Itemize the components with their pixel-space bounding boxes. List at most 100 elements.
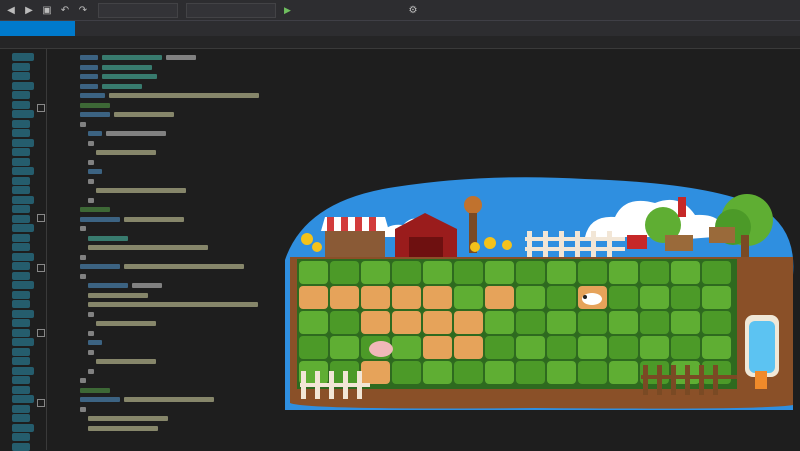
- line-number: [12, 366, 34, 375]
- line-number: [12, 252, 34, 261]
- code-token: [96, 359, 156, 364]
- windmill: [678, 197, 686, 217]
- fold-toggle[interactable]: [37, 399, 45, 407]
- code-token: [80, 216, 120, 222]
- code-token: [88, 416, 168, 421]
- tab-4[interactable]: [280, 21, 360, 36]
- fold-toggle[interactable]: [37, 329, 45, 337]
- soil-tile: [361, 286, 390, 309]
- code-token: [88, 235, 128, 241]
- ide-toolbar: ◀ ▶ ▣ ↶ ↷ ▶ ⚙: [0, 0, 800, 21]
- line-number: [12, 100, 30, 109]
- line-number-gutter: [0, 49, 72, 451]
- soil-tile: [485, 286, 514, 309]
- gutter-divider: [46, 49, 47, 450]
- line-number: [12, 214, 30, 223]
- code-token: [124, 397, 214, 402]
- grass-tile: [547, 261, 576, 284]
- tab-3[interactable]: [180, 21, 280, 36]
- line-number: [12, 224, 34, 232]
- soil-tile: [423, 286, 452, 309]
- back-icon[interactable]: ◀: [4, 3, 18, 17]
- code-token: [102, 55, 162, 60]
- line-number: [12, 195, 34, 204]
- line-number: [12, 91, 30, 99]
- code-token: [96, 150, 156, 155]
- line-number: [12, 328, 30, 337]
- line-number: [12, 404, 30, 413]
- grass-tile: [547, 286, 576, 309]
- code-token: [80, 112, 110, 117]
- grass-tile: [640, 311, 669, 334]
- code-token: [80, 55, 98, 60]
- soil-tile: [454, 336, 483, 359]
- grass-tile: [516, 361, 545, 384]
- grass-tile: [423, 261, 452, 284]
- grass-tile: [609, 361, 638, 384]
- fold-toggle[interactable]: [37, 214, 45, 222]
- grass-tile: [671, 261, 700, 284]
- line-number: [12, 72, 30, 80]
- grass-tile: [640, 336, 669, 359]
- tab-active[interactable]: [0, 21, 75, 36]
- code-token: [88, 159, 94, 165]
- farm-game-preview: [285, 177, 794, 410]
- line-number: [12, 395, 34, 403]
- code-token: [80, 74, 98, 79]
- grass-tile: [609, 261, 638, 284]
- grass-tile: [299, 336, 328, 359]
- grass-tile: [640, 286, 669, 309]
- line-number: [12, 233, 30, 242]
- grass-tile: [640, 261, 669, 284]
- code-token: [88, 131, 102, 136]
- fold-toggle[interactable]: [37, 104, 45, 112]
- platform-dropdown[interactable]: [186, 2, 276, 18]
- forward-icon[interactable]: ▶: [22, 3, 36, 17]
- grass-tile: [578, 361, 607, 384]
- settings-icon[interactable]: ⚙: [406, 3, 420, 17]
- grass-tile: [516, 311, 545, 334]
- line-number: [12, 433, 30, 441]
- code-token: [80, 387, 110, 393]
- redo-icon[interactable]: ↷: [76, 3, 90, 17]
- grass-tile: [485, 336, 514, 359]
- grass-tile: [299, 311, 328, 334]
- soil-tile: [330, 286, 359, 309]
- soil-tile: [392, 286, 421, 309]
- grass-tile: [392, 261, 421, 284]
- code-token: [80, 397, 120, 402]
- code-token: [80, 226, 86, 231]
- tab-2[interactable]: [75, 21, 180, 36]
- grass-tile: [485, 261, 514, 284]
- line-number: [12, 129, 30, 137]
- sign: [665, 235, 693, 251]
- sign: [709, 227, 735, 243]
- fox: [755, 371, 767, 389]
- code-token: [114, 112, 174, 117]
- code-token: [88, 311, 94, 317]
- start-button[interactable]: ▶: [284, 5, 294, 16]
- code-token: [88, 197, 94, 203]
- code-token: [88, 349, 94, 355]
- code-token: [106, 131, 166, 136]
- save-icon[interactable]: ▣: [40, 3, 54, 17]
- undo-icon[interactable]: ↶: [58, 3, 72, 17]
- code-token: [88, 302, 258, 307]
- line-number: [12, 376, 30, 384]
- solution-config-dropdown[interactable]: [98, 2, 178, 18]
- code-token: [88, 292, 148, 298]
- line-number: [12, 110, 34, 118]
- grass-tile: [392, 361, 421, 384]
- code-token: [80, 93, 105, 98]
- scarecrow: [464, 196, 482, 214]
- line-number: [12, 243, 30, 251]
- fold-toggle[interactable]: [37, 264, 45, 272]
- mailbox: [627, 235, 647, 249]
- line-number: [12, 262, 30, 270]
- soil-tile: [361, 311, 390, 334]
- line-number: [12, 300, 30, 308]
- code-token: [132, 283, 162, 288]
- grass-tile: [671, 311, 700, 334]
- line-number: [12, 62, 30, 71]
- grass-tile: [702, 311, 731, 334]
